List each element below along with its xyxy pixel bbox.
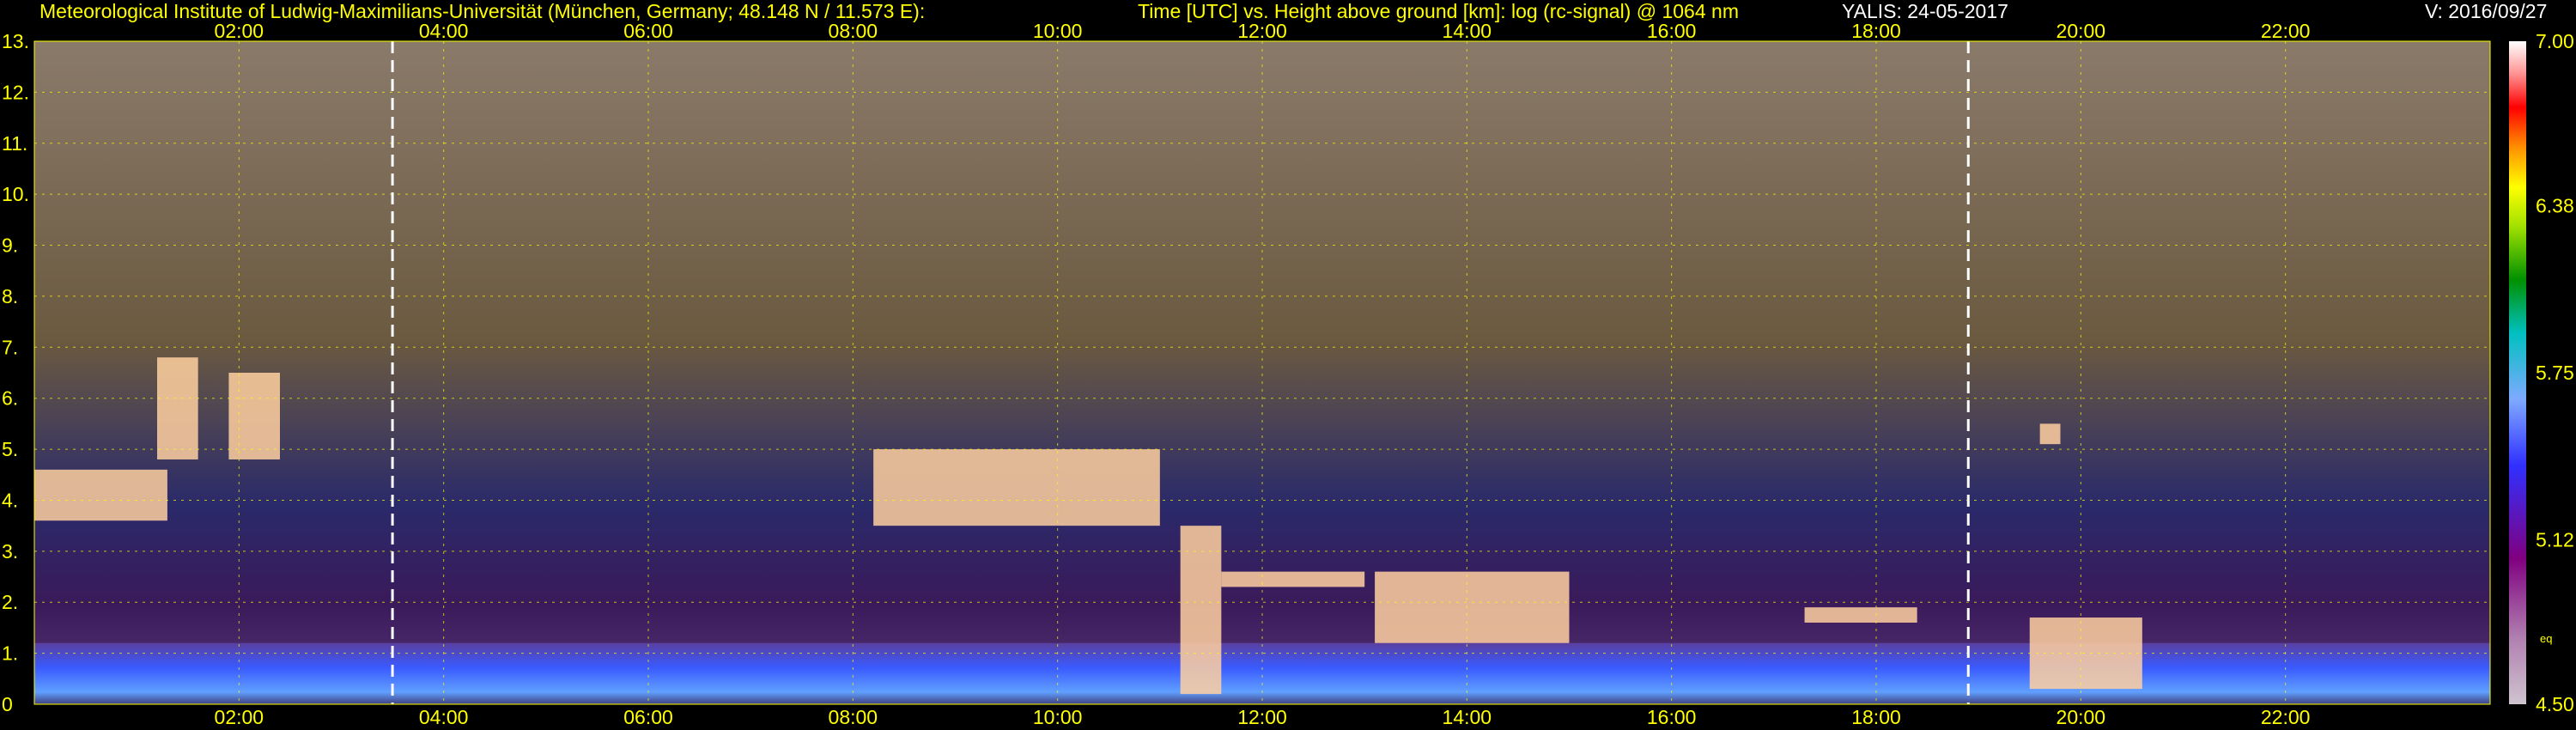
colorbar bbox=[2509, 41, 2526, 704]
colorbar-label: 5.75 bbox=[2536, 362, 2574, 384]
header-axes-description: Time [UTC] vs. Height above ground [km]:… bbox=[1138, 0, 1739, 22]
y-tick-label: 8. bbox=[2, 285, 18, 307]
y-tick-label: 9. bbox=[2, 234, 18, 257]
x-tick-label-top: 10:00 bbox=[1033, 20, 1083, 42]
colorbar-label: 6.38 bbox=[2536, 194, 2574, 216]
lidar-chart: 02:00 04:00 06:00 08:00 10:00 12:00 14:00 16:00… bbox=[2, 20, 2574, 728]
x-tick-label-bottom: 04:00 bbox=[419, 706, 469, 728]
y-tick-label: 1. bbox=[2, 642, 18, 665]
feature-cloud-layer-3 bbox=[1221, 571, 1365, 587]
x-tick-label-top: 08:00 bbox=[829, 20, 878, 42]
feature-cloud-streak-1 bbox=[157, 357, 198, 459]
x-tick-label-top: 22:00 bbox=[2261, 20, 2311, 42]
header-instrument-date: YALIS: 24-05-2017 bbox=[1842, 0, 2008, 22]
feature-cloud-column-2 bbox=[2029, 617, 2142, 690]
feature-cloud-layer-1 bbox=[34, 469, 167, 521]
y-tick-label: 11. bbox=[2, 132, 27, 155]
y-tick-label: 13. bbox=[2, 30, 29, 52]
y-tick-label: 6. bbox=[2, 387, 18, 410]
feature-cloud-streak-2 bbox=[228, 373, 280, 459]
x-tick-label-top: 16:00 bbox=[1647, 20, 1697, 42]
x-tick-label-bottom: 12:00 bbox=[1237, 706, 1287, 728]
y-tick-label: 0 bbox=[2, 693, 13, 715]
x-tick-label-bottom: 14:00 bbox=[1443, 706, 1492, 728]
y-tick-label: 10. bbox=[2, 183, 29, 205]
colorbar-label: 7.00 bbox=[2536, 30, 2574, 52]
x-tick-label-top: 06:00 bbox=[623, 20, 673, 42]
feature-cloud-layer-4 bbox=[1375, 571, 1570, 643]
x-tick-label-bottom: 06:00 bbox=[623, 706, 673, 728]
y-tick-label: 4. bbox=[2, 489, 18, 511]
x-tick-label-bottom: 22:00 bbox=[2261, 706, 2311, 728]
plot-background bbox=[34, 41, 2490, 704]
x-tick-label-bottom: 08:00 bbox=[829, 706, 878, 728]
colorbar-label: 4.50 bbox=[2536, 693, 2574, 715]
colorbar-label: 5.12 bbox=[2536, 529, 2574, 551]
y-tick-label: 12. bbox=[2, 81, 29, 103]
x-tick-label-top: 18:00 bbox=[1851, 20, 1901, 42]
header-version: V: 2016/09/27 bbox=[2425, 0, 2548, 22]
feature-cloud-layer-5 bbox=[1804, 607, 1917, 623]
x-tick-label-bottom: 02:00 bbox=[215, 706, 264, 728]
x-tick-label-top: 14:00 bbox=[1443, 20, 1492, 42]
x-tick-label-top: 04:00 bbox=[419, 20, 469, 42]
header-institute: Meteorological Institute of Ludwig-Maxim… bbox=[39, 0, 926, 22]
x-tick-label-bottom: 10:00 bbox=[1033, 706, 1083, 728]
x-tick-label-bottom: 16:00 bbox=[1647, 706, 1697, 728]
x-tick-label-bottom: 18:00 bbox=[1851, 706, 1901, 728]
feature-cloud-layer-2 bbox=[873, 449, 1160, 526]
y-tick-label: 5. bbox=[2, 438, 18, 460]
x-tick-label-top: 12:00 bbox=[1237, 20, 1287, 42]
x-tick-label-top: 02:00 bbox=[215, 20, 264, 42]
x-tick-label-top: 20:00 bbox=[2057, 20, 2106, 42]
y-tick-label: 3. bbox=[2, 540, 18, 563]
x-tick-label-bottom: 20:00 bbox=[2057, 706, 2106, 728]
y-tick-label: 2. bbox=[2, 591, 18, 613]
feature-isolated-cloud bbox=[2039, 423, 2061, 445]
y-tick-label: 7. bbox=[2, 336, 18, 358]
colorbar-note: eq bbox=[2540, 632, 2552, 645]
